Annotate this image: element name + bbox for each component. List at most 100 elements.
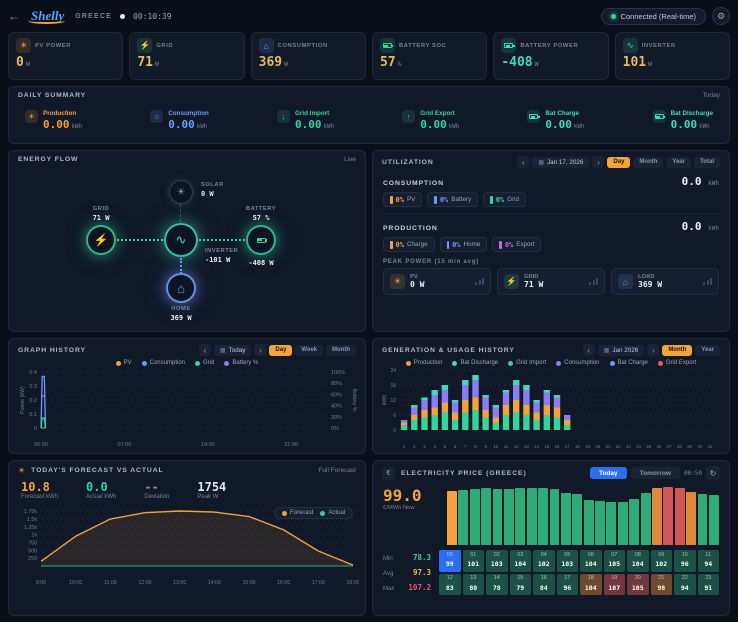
utilization-range-year-button[interactable]: Year — [666, 157, 691, 168]
hour-cell-04[interactable]: 04 102 — [533, 550, 555, 572]
refresh-button[interactable]: ↻ — [706, 466, 720, 480]
consumption-chip-grid[interactable]: 0% Grid — [483, 192, 526, 207]
price-bar-hour-02[interactable] — [470, 489, 480, 545]
price-bar-hour-14[interactable] — [606, 502, 616, 545]
hour-cell-02[interactable]: 02 103 — [486, 550, 508, 572]
production-chip-export[interactable]: 0% Export — [492, 237, 541, 252]
utilization-prev-button[interactable]: ‹ — [517, 156, 529, 168]
production-chip-home[interactable]: 0% Home — [440, 237, 488, 252]
price-bar-hour-16[interactable] — [629, 499, 639, 545]
hour-cell-01[interactable]: 01 101 — [463, 550, 485, 572]
daily-summary-period[interactable]: Today — [703, 92, 720, 99]
summary-icon-box: ☀ — [25, 110, 38, 123]
kpi-battery-power[interactable]: BATTERY POWER -408W — [493, 32, 608, 80]
utilization-range-day-button[interactable]: Day — [607, 157, 630, 168]
hour-cell-05[interactable]: 05 103 — [557, 550, 579, 572]
generation-prev-button[interactable]: ‹ — [583, 344, 595, 356]
price-bar-hour-19[interactable] — [663, 487, 673, 545]
hour-cell-13[interactable]: 13 80 — [463, 574, 485, 596]
hour-cell-17[interactable]: 17 96 — [557, 574, 579, 596]
price-bar-hour-07[interactable] — [527, 488, 537, 545]
settings-button[interactable]: ⚙ — [712, 7, 730, 25]
hour-cell-22[interactable]: 22 94 — [674, 574, 696, 596]
kpi-consumption[interactable]: ⌂ CONSUMPTION 369W — [251, 32, 366, 80]
graph-history-range-month-button[interactable]: Month — [326, 345, 356, 356]
generation-range-month-button[interactable]: Month — [662, 345, 692, 356]
tab-tomorrow[interactable]: Tomorrow — [631, 467, 680, 479]
price-bar-hour-04[interactable] — [493, 489, 503, 545]
full-forecast-link[interactable]: Full Forecast — [318, 467, 356, 474]
price-bar-hour-09[interactable] — [550, 489, 560, 545]
utilization-date-pill[interactable]: ▦Jan 17, 2026 — [532, 157, 589, 168]
calendar-icon: ▦ — [604, 347, 610, 354]
graph-history-date-pill[interactable]: ▦Today — [214, 345, 251, 356]
utilization-range-month-button[interactable]: Month — [633, 157, 663, 168]
hour-cell-10[interactable]: 10 96 — [674, 550, 696, 572]
consumption-chip-battery[interactable]: 0% Battery — [427, 192, 478, 207]
hour-cell-23[interactable]: 23 91 — [698, 574, 720, 596]
price-bar-hour-12[interactable] — [584, 500, 594, 545]
utilization-next-button[interactable]: › — [592, 156, 604, 168]
price-bar-hour-01[interactable] — [458, 490, 468, 545]
back-button[interactable]: ← — [8, 9, 20, 23]
connection-status-badge[interactable]: Connected (Real-time) — [601, 8, 706, 25]
price-bar-hour-21[interactable] — [686, 492, 696, 545]
graph-history-prev-button[interactable]: ‹ — [199, 344, 211, 356]
peak-card-grid[interactable]: ⚡ GRID 71 W — [497, 268, 605, 295]
hour-cell-16[interactable]: 16 84 — [533, 574, 555, 596]
production-chip-charge[interactable]: 0% Charge — [383, 237, 435, 252]
home-node[interactable]: ⌂ — [166, 273, 196, 303]
forecast-legend-actual[interactable]: Actual — [320, 510, 345, 516]
hour-cell-03[interactable]: 03 104 — [510, 550, 532, 572]
price-bar-hour-18[interactable] — [652, 488, 662, 545]
hour-cell-07[interactable]: 07 105 — [604, 550, 626, 572]
price-bar-hour-06[interactable] — [515, 488, 525, 545]
hour-number: 02 — [486, 552, 508, 559]
price-bar-hour-03[interactable] — [481, 488, 491, 545]
hour-cell-20[interactable]: 20 105 — [627, 574, 649, 596]
hour-cell-18[interactable]: 18 104 — [580, 574, 602, 596]
kpi-inverter[interactable]: ∿ INVERTER 101W — [615, 32, 730, 80]
hour-cell-06[interactable]: 06 104 — [580, 550, 602, 572]
hour-cell-15[interactable]: 15 79 — [510, 574, 532, 596]
graph-history-next-button[interactable]: › — [254, 344, 266, 356]
forecast-legend-forecast[interactable]: Forecast — [282, 510, 313, 516]
price-bar-hour-20[interactable] — [675, 488, 685, 545]
solar-node[interactable]: ☀ — [169, 180, 193, 204]
generation-range-year-button[interactable]: Year — [695, 345, 720, 356]
peak-card-load[interactable]: ⌂ LOAD 369 W — [611, 268, 719, 295]
kpi-grid[interactable]: ⚡ GRID 71W — [129, 32, 244, 80]
price-bar-hour-05[interactable] — [504, 489, 514, 545]
consumption-chip-pv[interactable]: 0% PV — [383, 192, 422, 207]
kpi-pv-power[interactable]: ☀ PV POWER 0W — [8, 32, 123, 80]
grid-node[interactable]: ⚡ — [86, 225, 116, 255]
kpi-battery-soc[interactable]: BATTERY SOC 57% — [372, 32, 487, 80]
hour-cell-19[interactable]: 19 107 — [604, 574, 626, 596]
hour-cell-14[interactable]: 14 78 — [486, 574, 508, 596]
utilization-range-total-button[interactable]: Total — [694, 157, 720, 168]
battery-node[interactable] — [246, 225, 276, 255]
grid-inverter-link — [117, 239, 163, 241]
price-bar-hour-15[interactable] — [618, 502, 628, 545]
inverter-node[interactable]: ∿ — [164, 223, 198, 257]
price-bar-hour-17[interactable] — [641, 493, 651, 545]
hour-cell-12[interactable]: 12 83 — [439, 574, 461, 596]
graph-history-range-week-button[interactable]: Week — [295, 345, 323, 356]
hour-cell-08[interactable]: 08 104 — [627, 550, 649, 572]
generation-next-button[interactable]: › — [647, 344, 659, 356]
price-bar-hour-23[interactable] — [709, 495, 719, 545]
hour-cell-09[interactable]: 09 102 — [651, 550, 673, 572]
tab-today[interactable]: Today — [590, 467, 627, 479]
peak-card-pv[interactable]: ☀ PV 0 W — [383, 268, 491, 295]
hour-cell-00[interactable]: 00 99 — [439, 550, 461, 572]
price-bar-hour-08[interactable] — [538, 488, 548, 545]
hour-cell-21[interactable]: 21 98 — [651, 574, 673, 596]
price-bar-hour-13[interactable] — [595, 501, 605, 545]
price-bar-hour-11[interactable] — [572, 494, 582, 545]
price-bar-hour-00[interactable] — [447, 491, 457, 545]
generation-date-pill[interactable]: ▦Jan 2026 — [598, 345, 645, 356]
graph-history-range-day-button[interactable]: Day — [269, 345, 292, 356]
price-bar-hour-22[interactable] — [698, 494, 708, 545]
hour-cell-11[interactable]: 11 94 — [698, 550, 720, 572]
price-bar-hour-10[interactable] — [561, 493, 571, 545]
